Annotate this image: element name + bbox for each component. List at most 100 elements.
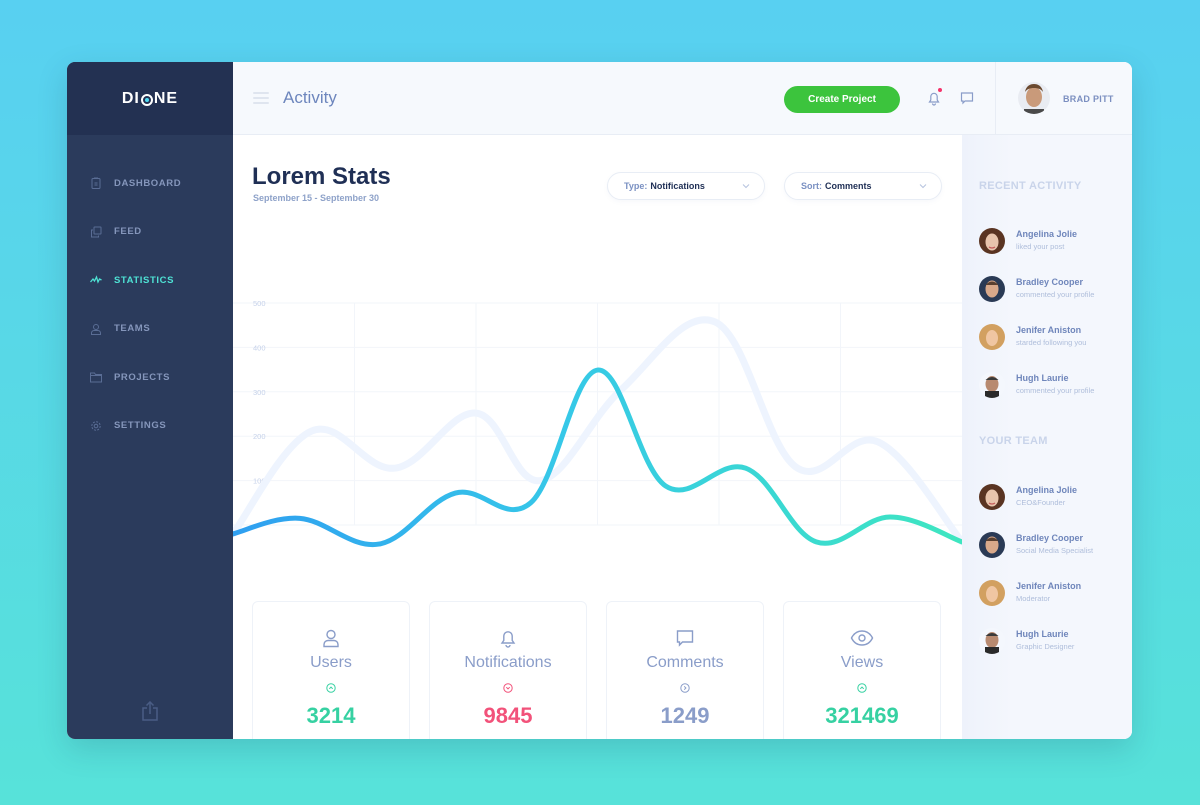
your-team-title: YOUR TEAM — [979, 435, 1048, 447]
stat-label: Users — [310, 654, 352, 671]
sidebar-item-projects[interactable]: PROJECTS — [67, 353, 233, 402]
comment-icon — [960, 92, 974, 105]
sort-dropdown-value: Comments — [825, 181, 872, 191]
person-name: Hugh Laurie — [1016, 373, 1069, 383]
bell-icon — [928, 92, 940, 106]
activity-text: commented your profile — [1016, 386, 1095, 395]
sidebar-item-settings[interactable]: SETTINGS — [67, 402, 233, 451]
y-tick-label: 300 — [253, 388, 266, 397]
chevron-down-icon — [919, 184, 927, 189]
person-name: Bradley Cooper — [1016, 533, 1084, 543]
activity-text: commented your profile — [1016, 290, 1095, 299]
header-divider — [995, 62, 996, 135]
avatar — [979, 276, 1005, 302]
person-name: Hugh Laurie — [1016, 629, 1069, 639]
stat-card-views[interactable]: Views 321469 — [783, 601, 941, 739]
activity-chart: 100 200 300 400 500 — [233, 295, 962, 585]
activity-text: liked your post — [1016, 242, 1065, 251]
stat-value: 321469 — [825, 703, 899, 728]
avatar — [979, 324, 1005, 350]
date-range: September 15 - September 30 — [253, 193, 380, 203]
person-name: Angelina Jolie — [1016, 485, 1078, 495]
stats-row: Users 3214 Notifications 9845 Comments 1… — [252, 601, 942, 739]
notifications-button[interactable] — [926, 88, 942, 106]
avatar — [979, 532, 1005, 558]
stat-value: 9845 — [483, 703, 533, 728]
y-tick-label: 400 — [253, 343, 266, 352]
bell-icon — [500, 631, 516, 648]
app-window: DI NE DASHBOARD FEED STATISTICS TEAMS PR… — [67, 62, 1132, 739]
avatar — [979, 484, 1005, 510]
person-name: Angelina Jolie — [1016, 229, 1078, 239]
sidebar-item-label: PROJECTS — [114, 371, 171, 383]
avatar — [979, 628, 1005, 654]
main-content: Lorem Stats September 15 - September 30 … — [233, 135, 962, 739]
activity-item[interactable]: Hugh Laurie commented your profile — [979, 372, 1129, 402]
menu-icon[interactable] — [253, 92, 269, 104]
stat-value: 3214 — [306, 703, 356, 728]
person-name: Jenifer Aniston — [1016, 325, 1082, 335]
type-dropdown[interactable]: Type: Notifications — [607, 172, 765, 200]
copy-icon — [90, 226, 102, 238]
activity-item[interactable]: Bradley Cooper commented your profile — [979, 276, 1129, 306]
y-tick-label: 500 — [253, 299, 266, 308]
activity-item[interactable]: Angelina Jolie liked your post — [979, 228, 1129, 258]
sidebar: DI NE DASHBOARD FEED STATISTICS TEAMS PR… — [67, 62, 233, 739]
stat-label: Notifications — [464, 654, 552, 671]
person-name: Bradley Cooper — [1016, 277, 1084, 287]
sidebar-nav: DASHBOARD FEED STATISTICS TEAMS PROJECTS… — [67, 159, 233, 450]
avatar — [979, 228, 1005, 254]
sidebar-item-label: SETTINGS — [114, 420, 167, 432]
person-role: Social Media Specialist — [1016, 546, 1094, 555]
sidebar-item-label: TEAMS — [114, 323, 151, 335]
sidebar-item-label: STATISTICS — [114, 274, 175, 286]
pulse-icon — [90, 274, 102, 286]
stat-value: 1249 — [660, 703, 710, 728]
eye-icon — [850, 630, 874, 646]
right-panel: RECENT ACTIVITY Angelina Jolie liked you… — [962, 135, 1132, 739]
stat-card-notifications[interactable]: Notifications 9845 — [429, 601, 587, 739]
chart-svg: 100200300400500 — [233, 299, 962, 548]
user-icon — [323, 629, 339, 648]
create-project-button[interactable]: Create Project — [784, 86, 900, 113]
sidebar-item-feed[interactable]: FEED — [67, 208, 233, 257]
user-avatar[interactable] — [1018, 82, 1050, 114]
page-title: Lorem Stats — [252, 163, 391, 190]
sidebar-item-label: FEED — [114, 226, 142, 238]
sidebar-item-dashboard[interactable]: DASHBOARD — [67, 159, 233, 208]
person-role: Graphic Designer — [1016, 642, 1075, 651]
messages-button[interactable] — [959, 90, 975, 106]
team-member[interactable]: Angelina Jolie CEO&Founder — [979, 484, 1129, 514]
avatar — [979, 580, 1005, 606]
sidebar-item-teams[interactable]: TEAMS — [67, 305, 233, 354]
y-axis-ticks: 100200300400500 — [253, 299, 266, 486]
team-member[interactable]: Hugh Laurie Graphic Designer — [979, 628, 1129, 658]
sidebar-item-statistics[interactable]: STATISTICS — [67, 256, 233, 305]
header-title: Activity — [283, 88, 337, 107]
stat-card-comments[interactable]: Comments 1249 — [606, 601, 764, 739]
team-member[interactable]: Jenifer Aniston Moderator — [979, 580, 1129, 610]
activity-text: starded following you — [1016, 338, 1087, 347]
type-dropdown-value: Notifications — [650, 181, 705, 191]
y-tick-label: 200 — [253, 432, 266, 441]
gear-icon — [90, 420, 102, 432]
folder-icon — [90, 371, 102, 383]
trend-down-icon — [503, 683, 513, 693]
person-role: CEO&Founder — [1016, 498, 1066, 507]
stat-card-users[interactable]: Users 3214 — [252, 601, 410, 739]
sort-dropdown[interactable]: Sort: Comments — [784, 172, 942, 200]
person-role: Moderator — [1016, 594, 1051, 603]
user-name[interactable]: BRAD PITT — [1063, 94, 1114, 104]
brand-logo[interactable]: DI NE — [67, 62, 233, 135]
person-name: Jenifer Aniston — [1016, 581, 1082, 591]
sidebar-item-label: DASHBOARD — [114, 177, 182, 189]
clipboard-icon — [90, 177, 102, 190]
share-icon[interactable] — [141, 701, 159, 721]
chevron-down-icon — [742, 184, 750, 189]
activity-item[interactable]: Jenifer Aniston starded following you — [979, 324, 1129, 354]
avatar — [979, 372, 1005, 398]
stat-label: Views — [840, 654, 884, 671]
recent-activity-title: RECENT ACTIVITY — [979, 180, 1082, 192]
notification-badge — [938, 88, 942, 92]
team-member[interactable]: Bradley Cooper Social Media Specialist — [979, 532, 1129, 562]
